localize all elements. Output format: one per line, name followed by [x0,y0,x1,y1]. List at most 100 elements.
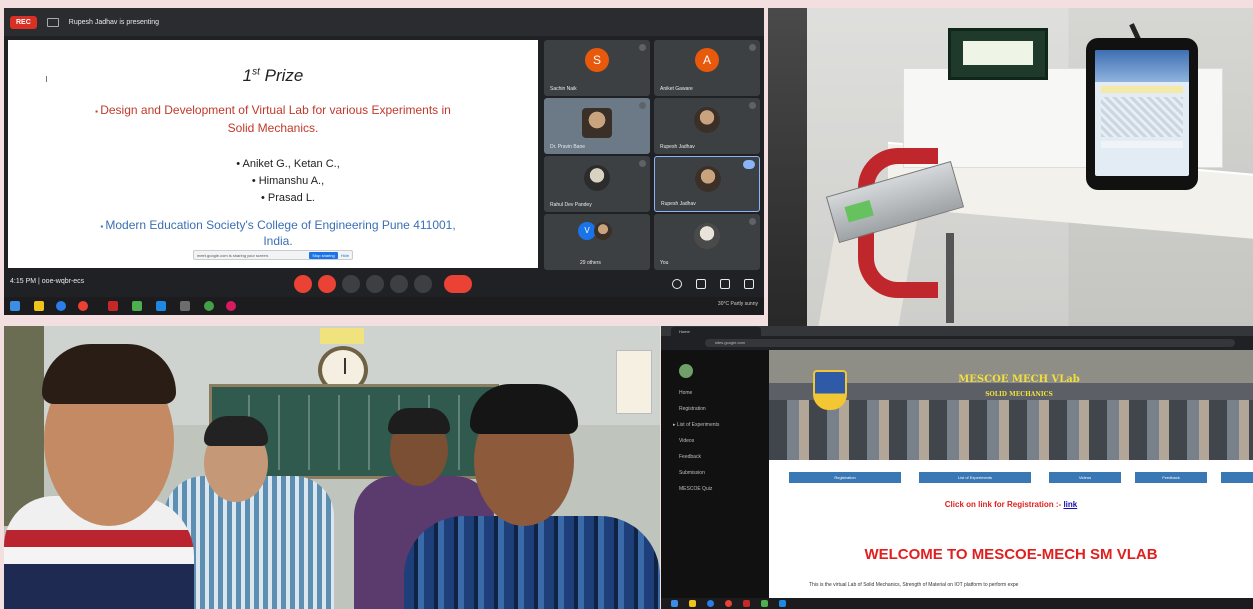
participant-photo [594,222,612,240]
folder-icon[interactable] [689,600,696,607]
app-icon[interactable] [204,301,214,311]
phone-screen [1095,50,1189,176]
share-notice-text: meet.google.com is sharing your screen. [197,252,270,258]
nav-button-videos[interactable]: Videos [1049,472,1121,483]
sidebar-item-feedback[interactable]: Feedback [679,454,701,460]
participant-name: You [660,260,669,266]
clamp-screw [946,233,954,323]
nav-button-experiments[interactable]: List of Experiments [919,472,1031,483]
mic-off-icon [749,44,756,51]
app-icon[interactable] [180,301,190,311]
mic-toggle-button[interactable] [294,275,312,293]
nav-button-feedback[interactable]: Feedback [1135,472,1207,483]
start-icon[interactable] [10,301,20,311]
participant-name: Aniket Gaware [660,86,693,92]
lcd-display [948,28,1048,80]
team-name: • Prasad L. [261,192,315,204]
slide-title: 1st Prize [242,66,304,85]
participant-tile[interactable]: A Aniket Gaware [654,40,760,96]
chrome-icon[interactable] [78,301,88,311]
stop-sharing-button[interactable]: Stop sharing [309,251,338,259]
wall-chart [616,350,652,414]
windows-taskbar: 30°C Partly sunny [4,297,764,315]
speaking-indicator-icon [743,160,755,169]
people-icon[interactable] [696,279,706,289]
participant-name: 29 others [580,260,601,266]
welcome-heading: WELCOME TO MESCOE-MECH SM VLAB [864,546,1158,563]
system-tray: 30°C Partly sunny [717,301,758,307]
nav-button-registration[interactable]: Registration [789,472,901,483]
chrome-icon[interactable] [725,600,732,607]
edge-icon[interactable] [707,600,714,607]
screen-share-notice: meet.google.com is sharing your screen. … [193,250,353,260]
participant-grid: S Sachin Naik A Aniket Gaware Dr. Pravin… [544,40,760,270]
browser-tab[interactable]: Home [671,327,761,336]
more-options-button[interactable] [414,275,432,293]
browser-window: Home sites.google.com Home Registration … [661,326,1253,609]
participant-tile[interactable]: Rahul Dev Pandey [544,156,650,212]
mic-off-icon [639,160,646,167]
folder-icon[interactable] [34,301,44,311]
app-icon[interactable] [132,301,142,311]
camera-toggle-button[interactable] [318,275,336,293]
site-main: MESCOE MECH VLab SOLID MECHANICS Registr… [769,350,1253,598]
participant-photo [694,223,720,249]
hang-up-button[interactable] [444,275,472,293]
banner-title: MESCOE MECH VLab [958,374,1080,385]
address-bar-row: sites.google.com [661,336,1253,350]
college-name: ▪ Modern Education Society's College of … [100,218,456,248]
mic-off-icon [639,44,646,51]
site-sidebar: Home Registration ▸ List of Experiments … [661,350,769,598]
captions-button[interactable] [342,275,360,293]
chat-icon[interactable] [720,279,730,289]
sidebar-item-experiments[interactable]: ▸ List of Experiments [673,422,719,428]
participant-tile-active[interactable]: Rupesh Jadhav [654,156,760,212]
raise-hand-button[interactable] [366,275,384,293]
participant-tile[interactable]: Dr. Pravin Bane [544,98,650,154]
team-selfie-photo [4,326,660,609]
windows-taskbar [661,598,1253,609]
intro-text: This is the virtual Lab of Solid Mechani… [809,582,1019,588]
meeting-top-bar: REC Rupesh Jadhav is presenting [4,8,764,36]
recording-badge: REC [10,15,37,29]
edge-icon[interactable] [56,301,66,311]
sidebar-item-quiz[interactable]: MESCOE Quiz [679,486,712,492]
nav-button-more[interactable] [1221,472,1253,483]
address-bar[interactable]: sites.google.com [705,339,1235,347]
participant-name: Rupesh Jadhav [660,144,695,150]
mic-off-icon [639,102,646,109]
info-icon[interactable] [672,279,682,289]
present-button[interactable] [390,275,408,293]
participant-tile-self[interactable]: You [654,214,760,270]
site-logo-icon [679,364,693,378]
sidebar-item-submission[interactable]: Submission [679,470,705,476]
registration-link[interactable]: link [1063,500,1077,509]
avatar: A [695,48,719,72]
mic-off-icon [749,218,756,225]
app-icon[interactable] [779,600,786,607]
hide-button[interactable]: Hide [341,253,349,258]
app-icon[interactable] [743,600,750,607]
participant-tile[interactable]: Rupesh Jadhav [654,98,760,154]
participant-photo [584,165,610,191]
participant-video [582,108,612,138]
start-icon[interactable] [671,600,678,607]
participant-name: Dr. Pravin Bane [550,144,586,150]
door [4,326,44,526]
site-banner: MESCOE MECH VLab SOLID MECHANICS [769,350,1253,460]
app-icon[interactable] [226,301,236,311]
registration-prompt: Click on link for Registration :- link [944,500,1078,509]
sidebar-item-videos[interactable]: Videos [679,438,694,444]
app-icon[interactable] [108,301,118,311]
participant-tile[interactable]: V 29 others [544,214,650,270]
collage: REC Rupesh Jadhav is presenting 1st Priz… [0,0,1253,609]
sticky-note [320,328,364,344]
app-icon[interactable] [156,301,166,311]
sidebar-item-home[interactable]: Home [679,390,692,396]
activities-icon[interactable] [744,279,754,289]
participant-name: Rahul Dev Pandey [550,202,592,208]
sidebar-item-registration[interactable]: Registration [679,406,706,412]
participant-photo [695,166,721,192]
participant-tile[interactable]: S Sachin Naik [544,40,650,96]
app-icon[interactable] [761,600,768,607]
